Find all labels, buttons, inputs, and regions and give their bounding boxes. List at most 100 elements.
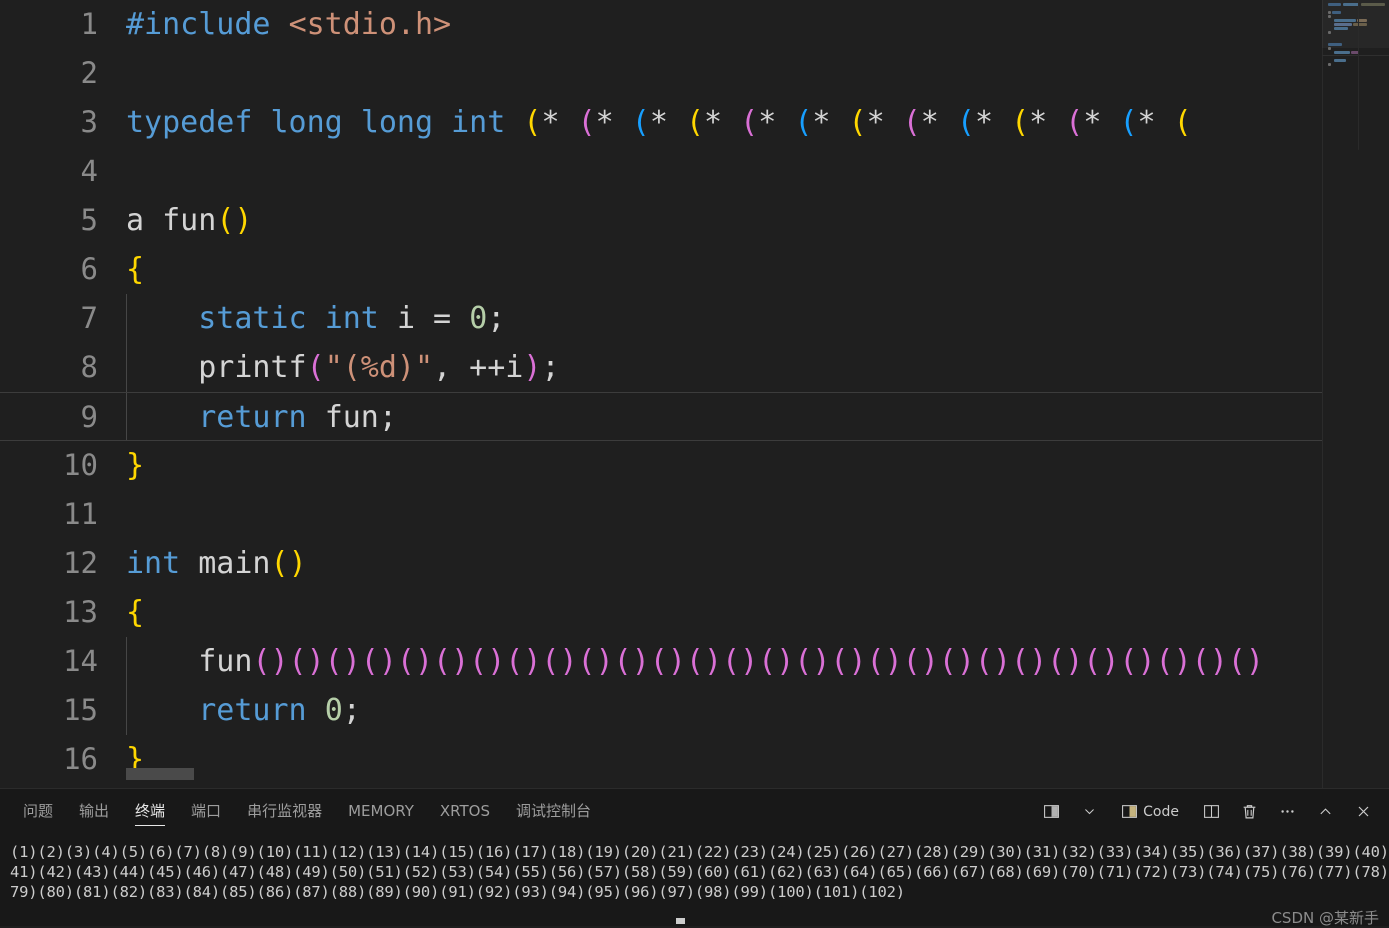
code-line[interactable]: 12 int main() — [0, 539, 1322, 588]
terminal-line: (1)(2)(3)(4)(5)(6)(7)(8)(9)(10)(11)(12)(… — [10, 843, 1389, 861]
line-number: 1 — [80, 7, 98, 41]
panel-tab-3[interactable]: 端口 — [178, 789, 234, 834]
code-line[interactable]: 7 static int i = 0; — [0, 294, 1322, 343]
trash-icon — [1243, 805, 1255, 819]
code-line[interactable]: 6{ — [0, 245, 1322, 294]
launch-profile-button[interactable]: Code — [1117, 798, 1183, 826]
close-panel-icon[interactable] — [1345, 798, 1381, 826]
editor-horizontal-scrollbar[interactable] — [126, 768, 194, 780]
split-terminal-icon[interactable] — [1193, 798, 1229, 826]
code-line[interactable]: 4 — [0, 147, 1322, 196]
editor-minimap[interactable] — [1322, 0, 1389, 788]
bottom-panel[interactable]: 问题 输出 终端 端口 串行监视器 MEMORY XRTOS 调试控制台 Code — [0, 788, 1389, 927]
indent-guide — [126, 294, 127, 343]
line-number: 14 — [63, 644, 98, 678]
code-token: * — [1083, 105, 1102, 140]
terminal-output[interactable]: (1)(2)(3)(4)(5)(6)(7)(8)(9)(10)(11)(12)(… — [0, 834, 1389, 926]
code-token: int — [324, 301, 379, 336]
minimap-row — [1328, 31, 1331, 34]
line-number: 11 — [63, 497, 98, 531]
kill-terminal-icon[interactable] — [1231, 798, 1267, 826]
code-line[interactable]: 8 printf("(%d)", ++i); — [0, 343, 1322, 392]
panel-tab-label: 端口 — [191, 802, 222, 820]
code-line[interactable]: 1 #include <stdio.h> — [0, 0, 1322, 49]
minimap-overview-ruler[interactable] — [1375, 0, 1389, 788]
code-line[interactable]: 2 — [0, 49, 1322, 98]
minimap-row — [1334, 27, 1348, 30]
split-panel-icon — [1043, 805, 1059, 818]
code-text: { — [126, 245, 144, 294]
code-text: } — [126, 441, 144, 490]
code-token: ()()()()()()()()()()()()()()()()()()()()… — [252, 644, 1264, 679]
code-token: ( — [1173, 105, 1192, 140]
code-line[interactable]: 5a fun() — [0, 196, 1322, 245]
chevron-down-icon[interactable] — [1071, 798, 1107, 826]
code-token: a — [126, 203, 145, 238]
panel-tab-5[interactable]: MEMORY — [335, 789, 427, 834]
code-token: ( — [1011, 105, 1030, 140]
line-number: 13 — [63, 595, 98, 629]
line-number: 10 — [63, 448, 98, 482]
indent-guide — [126, 686, 127, 735]
code-line[interactable]: 13 { — [0, 588, 1322, 637]
minimap-row — [1328, 43, 1342, 46]
code-token: = — [415, 301, 470, 336]
code-line[interactable]: 16} — [0, 735, 1322, 784]
code-token: "(%d)" — [324, 350, 434, 385]
panel-tab-4[interactable]: 串行监视器 — [234, 789, 335, 834]
code-token: * — [649, 105, 668, 140]
code-token: ( — [306, 350, 325, 385]
panel-tab-2[interactable]: 终端 — [122, 789, 178, 859]
code-line[interactable]: 15 return 0; — [0, 686, 1322, 735]
code-editor[interactable]: 1 #include <stdio.h> 2 3 typedef long long i… — [0, 0, 1389, 788]
code-token: * — [974, 105, 993, 140]
code-text: { — [126, 588, 144, 637]
code-line[interactable]: 11 — [0, 490, 1322, 539]
panel-tab-6[interactable]: XRTOS — [427, 789, 503, 834]
terminal-line: 41)(42)(43)(44)(45)(46)(47)(48)(49)(50)(… — [10, 863, 1389, 881]
code-token: long — [270, 105, 343, 140]
code-line[interactable]: 10} — [0, 441, 1322, 490]
panel-tab-label: 问题 — [23, 802, 54, 820]
code-token: printf — [198, 350, 307, 385]
maximize-panel-icon[interactable] — [1307, 798, 1343, 826]
code-token: fun — [324, 400, 379, 435]
panel-action-bar[interactable]: Code — [1033, 789, 1381, 834]
code-token: long — [360, 105, 434, 140]
panel-tab-7[interactable]: 调试控制台 — [503, 789, 604, 834]
split-terminal-dropdown-icon[interactable] — [1033, 798, 1069, 826]
more-actions-icon[interactable] — [1269, 798, 1305, 826]
minimap-row — [1332, 11, 1341, 14]
panel-tab-label: 输出 — [79, 802, 110, 820]
code-text: #include <stdio.h> — [126, 0, 451, 49]
minimap-row — [1328, 47, 1331, 50]
code-line[interactable]: 3 typedef long long int (* (* (* (* (* (*… — [0, 98, 1322, 147]
code-text: return fun; — [126, 393, 397, 442]
code-lines-container[interactable]: 1 #include <stdio.h> 2 3 typedef long long i… — [0, 0, 1322, 788]
code-token: ) — [288, 546, 307, 581]
code-token: ( — [956, 105, 975, 140]
code-token: ( — [685, 105, 704, 140]
code-line[interactable]: 14 fun()()()()()()()()()()()()()()()()()… — [0, 637, 1322, 686]
minimap-row — [1328, 11, 1331, 14]
panel-tab-1[interactable]: 输出 — [66, 789, 122, 834]
code-line[interactable]: 9 return fun; — [0, 392, 1322, 441]
panel-tab-label: XRTOS — [439, 802, 490, 820]
indent-guide — [126, 393, 127, 440]
panel-tab-0[interactable]: 问题 — [10, 789, 66, 834]
code-token: ; — [487, 301, 506, 336]
terminal-profile-icon — [1122, 805, 1138, 818]
split-panel-glyph — [1203, 805, 1219, 818]
ellipsis-icon — [1280, 810, 1294, 813]
code-token: typedef — [126, 105, 253, 140]
minimap-row — [1328, 63, 1331, 66]
